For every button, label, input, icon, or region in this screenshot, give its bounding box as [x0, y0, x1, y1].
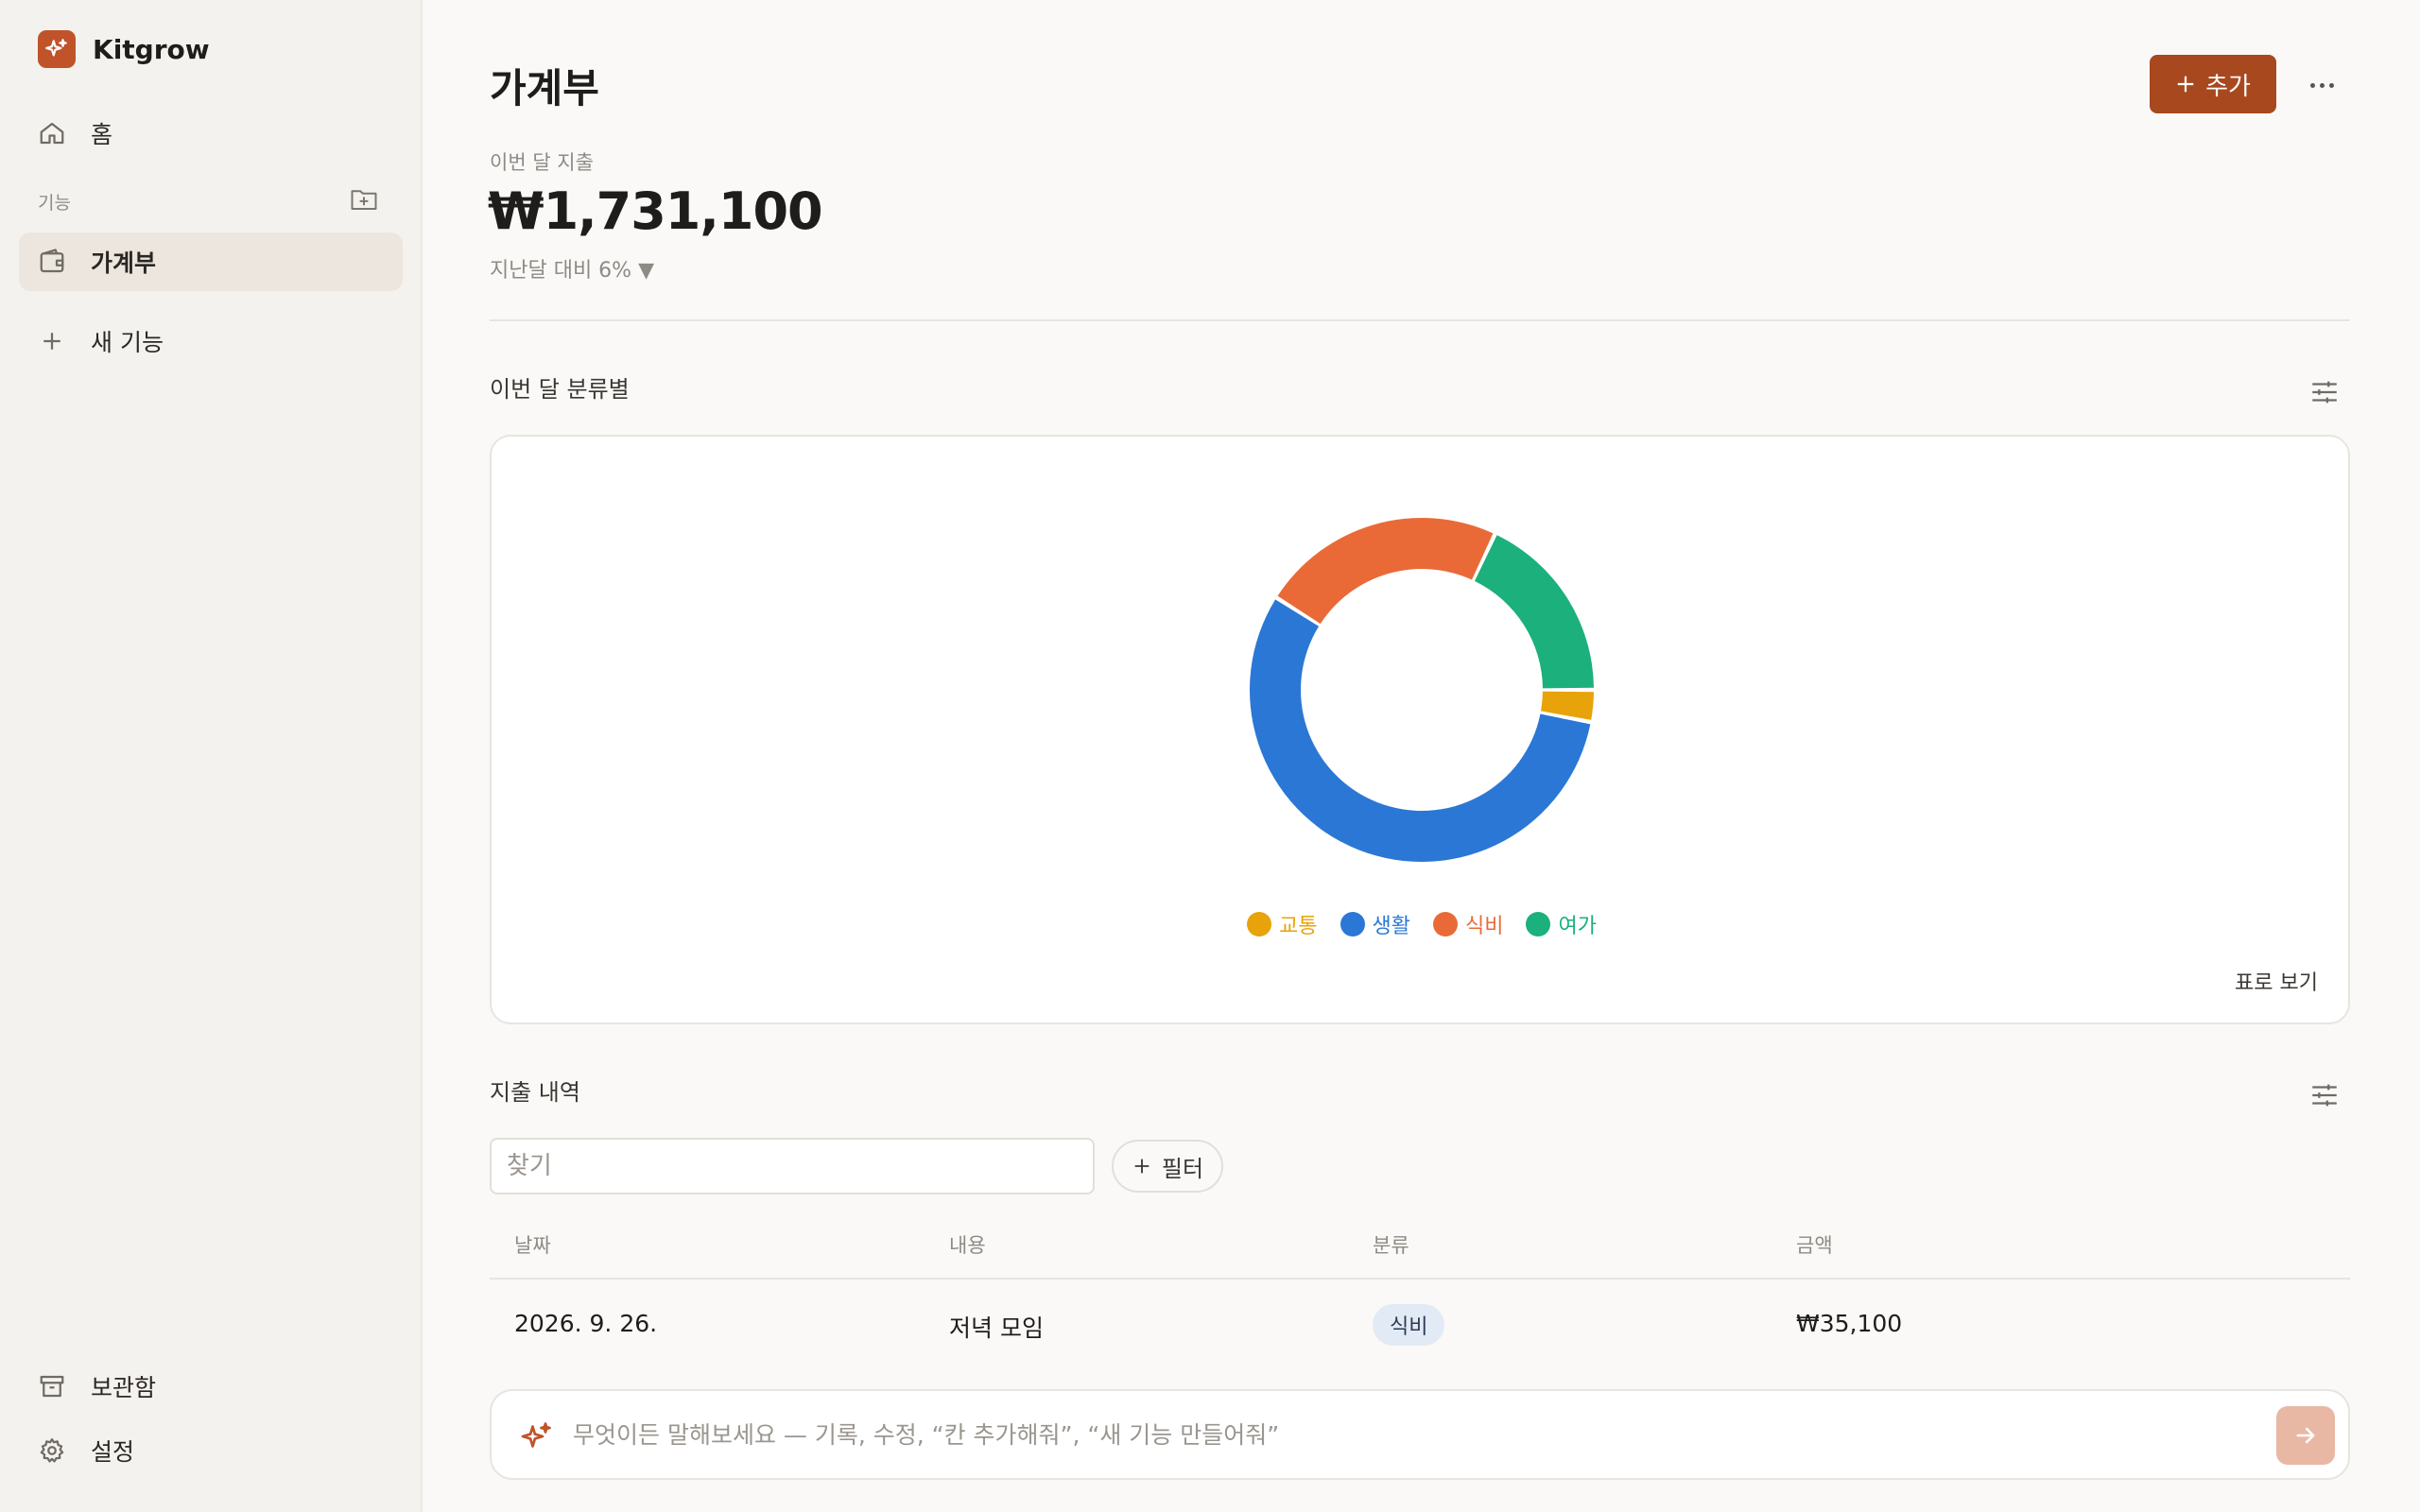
plus-icon: [1134, 1159, 1150, 1174]
sparkle-icon: [521, 1422, 551, 1448]
sidebar-item-new-feature[interactable]: 새 기능: [19, 312, 403, 370]
arrow-right-icon: [2296, 1427, 2315, 1444]
page-title: 가계부: [490, 65, 599, 112]
summary-label: 이번 달 지출: [490, 151, 594, 174]
sidebar-item-label: 홈: [91, 121, 113, 148]
cell-amount: ₩35,100: [1796, 1310, 1903, 1337]
cell-date: 2026. 9. 26.: [514, 1310, 658, 1337]
filter-button-label: 필터: [1161, 1155, 1204, 1182]
sidebar: Kitgrow 홈 기능 가계부 새 기능 보관함 설정: [0, 0, 423, 1512]
sidebar-section-label: 기능: [38, 193, 71, 214]
sparkle-logo-icon: [38, 30, 76, 68]
sidebar-item-label: 가계부: [91, 249, 157, 277]
send-button[interactable]: [2276, 1406, 2335, 1465]
plus-icon: [2177, 76, 2194, 93]
column-header-content[interactable]: 내용: [949, 1230, 986, 1259]
column-header-category[interactable]: 분류: [1373, 1230, 1409, 1259]
settings-sliders-icon[interactable]: [2308, 376, 2342, 410]
gear-icon: [40, 1438, 64, 1463]
sidebar-item-settings[interactable]: 설정: [19, 1421, 403, 1480]
app-name: Kitgrow: [93, 33, 210, 65]
legend-label: 교통: [1279, 915, 1318, 938]
home-icon: [40, 122, 64, 145]
add-button[interactable]: 추가: [2150, 55, 2276, 113]
chart-legend: 교통 생활 식비 여가: [492, 909, 2352, 939]
chat-bar: [490, 1389, 2350, 1480]
sidebar-item-home[interactable]: 홈: [19, 104, 403, 163]
legend-dot: [1526, 912, 1551, 936]
brand[interactable]: Kitgrow: [38, 30, 210, 68]
settings-sliders-icon[interactable]: [2308, 1079, 2342, 1113]
plus-icon: [43, 333, 60, 350]
wallet-icon: [40, 249, 64, 273]
column-header-date[interactable]: 날짜: [514, 1230, 551, 1259]
legend-item[interactable]: 여가: [1526, 909, 1597, 939]
legend-label: 생활: [1372, 915, 1410, 938]
table-view-link[interactable]: 표로 보기: [2235, 966, 2318, 996]
sidebar-item-budget[interactable]: 가계부: [19, 232, 403, 291]
filter-button[interactable]: 필터: [1112, 1140, 1223, 1193]
summary-compare: 지난달 대비 6% ▼: [490, 259, 655, 283]
legend-dot: [1247, 912, 1272, 936]
legend-dot: [1340, 912, 1365, 936]
legend-dot: [1433, 912, 1458, 936]
divider: [490, 319, 2350, 321]
summary-value: ₩1,731,100: [488, 181, 823, 241]
category-chart-card: 교통 생활 식비 여가 표로 보기: [490, 435, 2350, 1024]
cell-content: 저녁 모임: [949, 1314, 1044, 1342]
sidebar-item-label: 새 기능: [91, 329, 164, 356]
more-options-icon[interactable]: [2303, 66, 2341, 104]
column-header-amount[interactable]: 금액: [1796, 1230, 1833, 1259]
expenses-section-title: 지출 내역: [490, 1079, 580, 1106]
archive-icon: [40, 1375, 64, 1398]
legend-label: 식비: [1465, 915, 1504, 938]
add-folder-icon[interactable]: [350, 187, 380, 214]
chat-input[interactable]: [573, 1408, 2218, 1461]
table-header-divider: [490, 1278, 2350, 1280]
category-badge: 식비: [1373, 1304, 1445, 1346]
sidebar-item-archive[interactable]: 보관함: [19, 1357, 403, 1416]
main-content: 가계부 추가 이번 달 지출 ₩1,731,100 지난달 대비 6% ▼ 이번…: [424, 0, 2420, 1512]
donut-slice-1[interactable]: [1541, 691, 1594, 720]
add-button-label: 추가: [2205, 72, 2251, 101]
search-input[interactable]: [490, 1138, 1095, 1194]
sidebar-item-label: 보관함: [91, 1374, 157, 1401]
donut-chart: [1250, 518, 1594, 862]
legend-label: 여가: [1558, 915, 1597, 938]
donut-slice-3[interactable]: [1277, 518, 1494, 625]
sidebar-item-label: 설정: [91, 1438, 135, 1466]
category-section-title: 이번 달 분류별: [490, 376, 630, 403]
legend-item[interactable]: 식비: [1433, 909, 1503, 939]
legend-item[interactable]: 생활: [1340, 909, 1410, 939]
legend-item[interactable]: 교통: [1247, 909, 1318, 939]
donut-slice-4[interactable]: [1474, 535, 1594, 689]
